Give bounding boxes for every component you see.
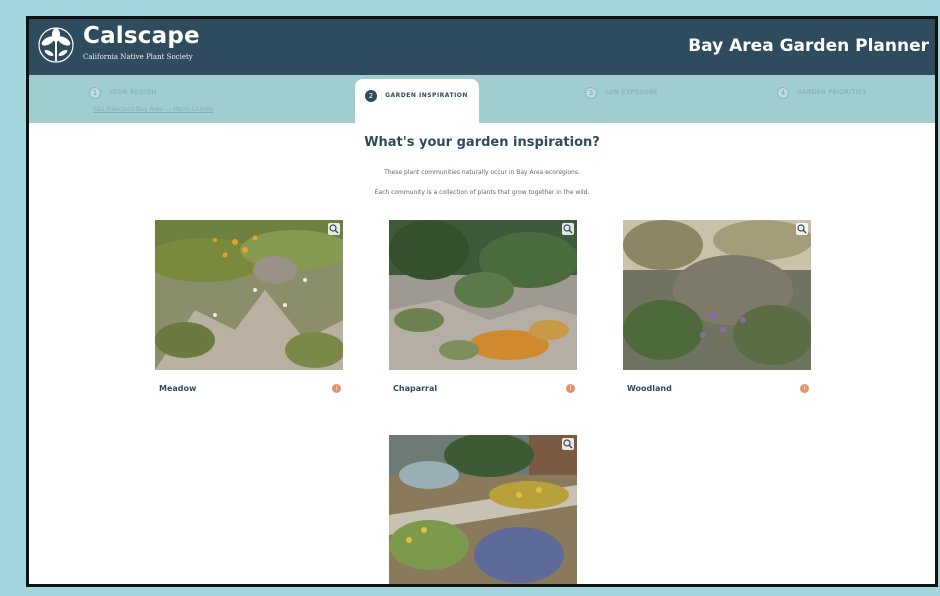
- card-title[interactable]: Woodland: [627, 384, 672, 393]
- step-navigation: 1 YOUR REGION San Francisco Bay Area — M…: [29, 75, 935, 123]
- app-screen: Calscape California Native Plant Society…: [29, 19, 935, 584]
- info-icon[interactable]: i: [332, 384, 341, 393]
- brand-name[interactable]: Calscape: [83, 23, 200, 49]
- step-garden-inspiration[interactable]: 2 GARDEN INSPIRATION: [355, 79, 479, 123]
- step-number: 4: [777, 86, 789, 99]
- description-line-1: These plant communities naturally occur …: [384, 169, 580, 176]
- step-number: 3: [585, 86, 597, 99]
- step-number: 2: [365, 89, 377, 102]
- step-label: GARDEN INSPIRATION: [385, 92, 468, 99]
- window-frame: Calscape California Native Plant Society…: [26, 16, 938, 587]
- region-link[interactable]: San Francisco Bay Area — Marin County: [93, 106, 213, 113]
- page-heading: What's your garden inspiration?: [364, 135, 600, 150]
- app-header: Calscape California Native Plant Society…: [29, 19, 935, 75]
- step-sun-exposure[interactable]: 3 SUN EXPOSURE: [585, 82, 658, 116]
- step-your-region[interactable]: 1 YOUR REGION San Francisco Bay Area — M…: [89, 82, 213, 116]
- step-garden-priorities[interactable]: 4 GARDEN PRIORITIES: [777, 82, 867, 116]
- step-label: SUN EXPOSURE: [605, 89, 659, 96]
- card-fourth[interactable]: [389, 433, 577, 584]
- planner-title: Bay Area Garden Planner: [688, 36, 929, 56]
- garden-photo[interactable]: [389, 433, 577, 584]
- brand-subtitle: California Native Plant Society: [83, 53, 193, 61]
- zoom-in-icon[interactable]: [796, 223, 808, 235]
- card-meadow[interactable]: Meadow i: [145, 220, 350, 393]
- info-icon[interactable]: i: [566, 384, 575, 393]
- card-woodland[interactable]: Woodland i: [623, 220, 813, 393]
- step-number: 1: [89, 86, 101, 99]
- step-label: YOUR REGION: [109, 89, 157, 96]
- step-label: GARDEN PRIORITIES: [797, 89, 867, 96]
- zoom-in-icon[interactable]: [562, 438, 574, 450]
- info-icon[interactable]: i: [800, 384, 809, 393]
- zoom-in-icon[interactable]: [328, 223, 340, 235]
- zoom-in-icon[interactable]: [562, 223, 574, 235]
- chaparral-photo[interactable]: [389, 220, 579, 370]
- card-title[interactable]: Chaparral: [393, 384, 437, 393]
- card-title[interactable]: Meadow: [159, 384, 196, 393]
- card-chaparral[interactable]: Chaparral i: [389, 220, 579, 393]
- description-line-2: Each community is a collection of plants…: [374, 189, 590, 196]
- meadow-photo[interactable]: [145, 220, 350, 370]
- woodland-photo[interactable]: [623, 220, 813, 370]
- poppy-logo-icon[interactable]: [37, 25, 75, 69]
